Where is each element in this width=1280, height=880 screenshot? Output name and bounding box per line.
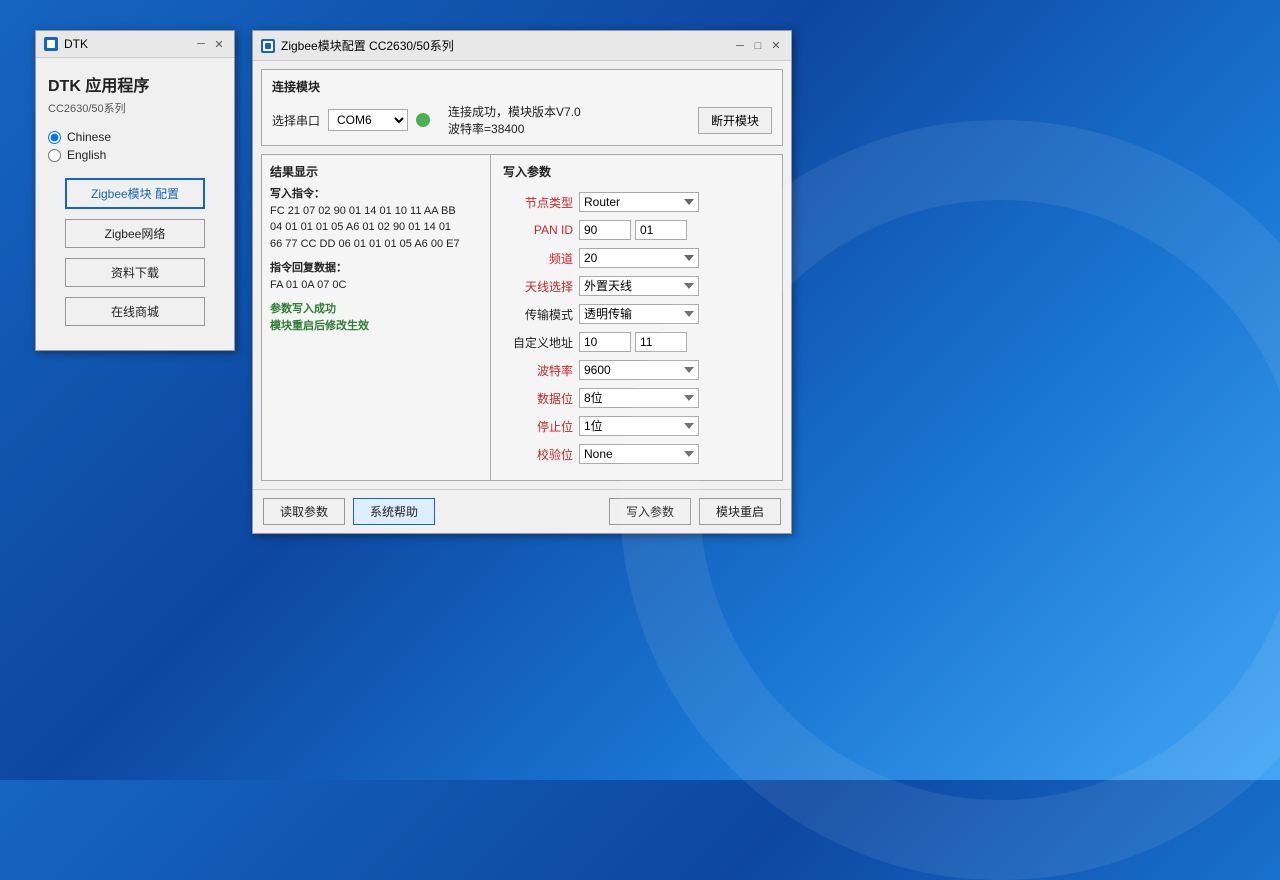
dtk-app-icon — [44, 37, 58, 51]
dtk-titlebar-left: DTK — [44, 37, 88, 51]
baud-rate-row: 波特率 9600 115200 38400 — [503, 360, 770, 380]
zigbee-titlebar: Zigbee模块配置 CC2630/50系列 ─ □ ✕ — [253, 31, 791, 61]
read-params-button[interactable]: 读取参数 — [263, 498, 345, 525]
result-title: 结果显示 — [270, 163, 482, 180]
dtk-close-button[interactable]: ✕ — [212, 37, 226, 51]
port-select[interactable]: COM6 — [328, 109, 408, 131]
bottom-buttons-right: 写入参数 模块重启 — [609, 498, 781, 525]
write-params-button[interactable]: 写入参数 — [609, 498, 691, 525]
dtk-icon-inner — [47, 40, 55, 48]
dtk-titlebar-controls: ─ ✕ — [194, 37, 226, 51]
antenna-label: 天线选择 — [503, 278, 573, 295]
node-type-select[interactable]: Router Coordinator EndDevice — [579, 192, 699, 212]
dtk-subtitle: CC2630/50系列 — [48, 100, 222, 116]
connect-info: 连接成功，模块版本V7.0 波特率=38400 — [448, 103, 581, 137]
radio-chinese[interactable]: Chinese — [48, 130, 222, 144]
stop-bits-row: 停止位 1位 2位 — [503, 416, 770, 436]
zigbee-config-button[interactable]: Zigbee模块 配置 — [65, 178, 205, 209]
write-cmd-text: FC 21 07 02 90 01 14 01 10 11 AA BB04 01… — [270, 203, 482, 253]
zigbee-maximize-button[interactable]: □ — [751, 39, 765, 53]
stop-bits-select[interactable]: 1位 2位 — [579, 416, 699, 436]
custom-addr-label: 自定义地址 — [503, 334, 573, 351]
custom-addr-inputs — [579, 332, 687, 352]
node-type-label: 节点类型 — [503, 194, 573, 211]
radio-english-input[interactable] — [48, 149, 61, 162]
radio-chinese-input[interactable] — [48, 131, 61, 144]
zigbee-app-icon — [261, 39, 275, 53]
success-line2: 模块重启后修改生效 — [270, 318, 482, 335]
data-bits-label: 数据位 — [503, 390, 573, 407]
baud-rate-select[interactable]: 9600 115200 38400 — [579, 360, 699, 380]
result-panel: 结果显示 写入指令： FC 21 07 02 90 01 14 01 10 11… — [261, 154, 491, 481]
channel-row: 频道 20 11 15 26 — [503, 248, 770, 268]
connect-section: 连接模块 选择串口 COM6 连接成功，模块版本V7.0 波特率=38400 断… — [261, 69, 783, 146]
connect-row: 选择串口 COM6 连接成功，模块版本V7.0 波特率=38400 断开模块 — [272, 103, 772, 137]
transfer-mode-label: 传输模式 — [503, 306, 573, 323]
radio-chinese-label: Chinese — [67, 130, 111, 144]
result-content: 写入指令： FC 21 07 02 90 01 14 01 10 11 AA B… — [270, 186, 482, 334]
channel-select[interactable]: 20 11 15 26 — [579, 248, 699, 268]
custom-addr-input1[interactable] — [579, 332, 631, 352]
data-bits-row: 数据位 8位 7位 — [503, 388, 770, 408]
dtk-body: DTK 应用程序 CC2630/50系列 Chinese English Zig… — [36, 58, 234, 350]
parity-label: 校验位 — [503, 446, 573, 463]
download-button[interactable]: 资料下载 — [65, 258, 205, 287]
custom-addr-row: 自定义地址 — [503, 332, 770, 352]
radio-english[interactable]: English — [48, 148, 222, 162]
reply-label: 指令回复数据： — [270, 260, 482, 277]
reply-data-text: FA 01 0A 07 0C — [270, 277, 482, 294]
success-line1: 参数写入成功 — [270, 301, 482, 318]
port-label: 选择串口 — [272, 112, 320, 129]
pan-id-input2[interactable] — [635, 220, 687, 240]
parity-select[interactable]: None Odd Even — [579, 444, 699, 464]
antenna-select[interactable]: 外置天线 内置天线 — [579, 276, 699, 296]
baud-rate-label: 波特率 — [503, 362, 573, 379]
transfer-mode-select[interactable]: 透明传输 API模式 — [579, 304, 699, 324]
data-bits-select[interactable]: 8位 7位 — [579, 388, 699, 408]
zigbee-title-text: Zigbee模块配置 CC2630/50系列 — [281, 37, 454, 54]
channel-label: 频道 — [503, 250, 573, 267]
pan-id-inputs — [579, 220, 687, 240]
language-radio-group: Chinese English — [48, 130, 222, 162]
zigbee-network-button[interactable]: Zigbee网络 — [65, 219, 205, 248]
dtk-app-title: DTK 应用程序 — [48, 72, 222, 96]
write-panel: 写入参数 节点类型 Router Coordinator EndDevice P… — [491, 154, 783, 481]
connect-info-line2: 波特率=38400 — [448, 120, 581, 137]
zigbee-titlebar-left: Zigbee模块配置 CC2630/50系列 — [261, 37, 454, 54]
write-title: 写入参数 — [503, 163, 770, 180]
pan-id-label: PAN ID — [503, 223, 573, 237]
write-cmd-label: 写入指令： — [270, 186, 482, 203]
connection-status-indicator — [416, 113, 430, 127]
dtk-title-text: DTK — [64, 37, 88, 51]
disconnect-button[interactable]: 断开模块 — [698, 107, 772, 134]
dtk-window: DTK ─ ✕ DTK 应用程序 CC2630/50系列 Chinese Eng… — [35, 30, 235, 351]
dtk-titlebar: DTK ─ ✕ — [36, 31, 234, 58]
dtk-minimize-button[interactable]: ─ — [194, 37, 208, 51]
custom-addr-input2[interactable] — [635, 332, 687, 352]
bottom-bar: 读取参数 系统帮助 写入参数 模块重启 — [253, 489, 791, 533]
antenna-row: 天线选择 外置天线 内置天线 — [503, 276, 770, 296]
node-type-row: 节点类型 Router Coordinator EndDevice — [503, 192, 770, 212]
zigbee-titlebar-controls: ─ □ ✕ — [733, 39, 783, 53]
online-shop-button[interactable]: 在线商城 — [65, 297, 205, 326]
zigbee-close-button[interactable]: ✕ — [769, 39, 783, 53]
stop-bits-label: 停止位 — [503, 418, 573, 435]
radio-english-label: English — [67, 148, 106, 162]
connect-info-line1: 连接成功，模块版本V7.0 — [448, 103, 581, 120]
system-help-button[interactable]: 系统帮助 — [353, 498, 435, 525]
pan-id-row: PAN ID — [503, 220, 770, 240]
zigbee-minimize-button[interactable]: ─ — [733, 39, 747, 53]
pan-id-input1[interactable] — [579, 220, 631, 240]
reboot-button[interactable]: 模块重启 — [699, 498, 781, 525]
zigbee-window: Zigbee模块配置 CC2630/50系列 ─ □ ✕ 连接模块 选择串口 C… — [252, 30, 792, 534]
main-area: 结果显示 写入指令： FC 21 07 02 90 01 14 01 10 11… — [261, 154, 783, 481]
transfer-mode-row: 传输模式 透明传输 API模式 — [503, 304, 770, 324]
parity-row: 校验位 None Odd Even — [503, 444, 770, 464]
connect-title: 连接模块 — [272, 78, 772, 95]
